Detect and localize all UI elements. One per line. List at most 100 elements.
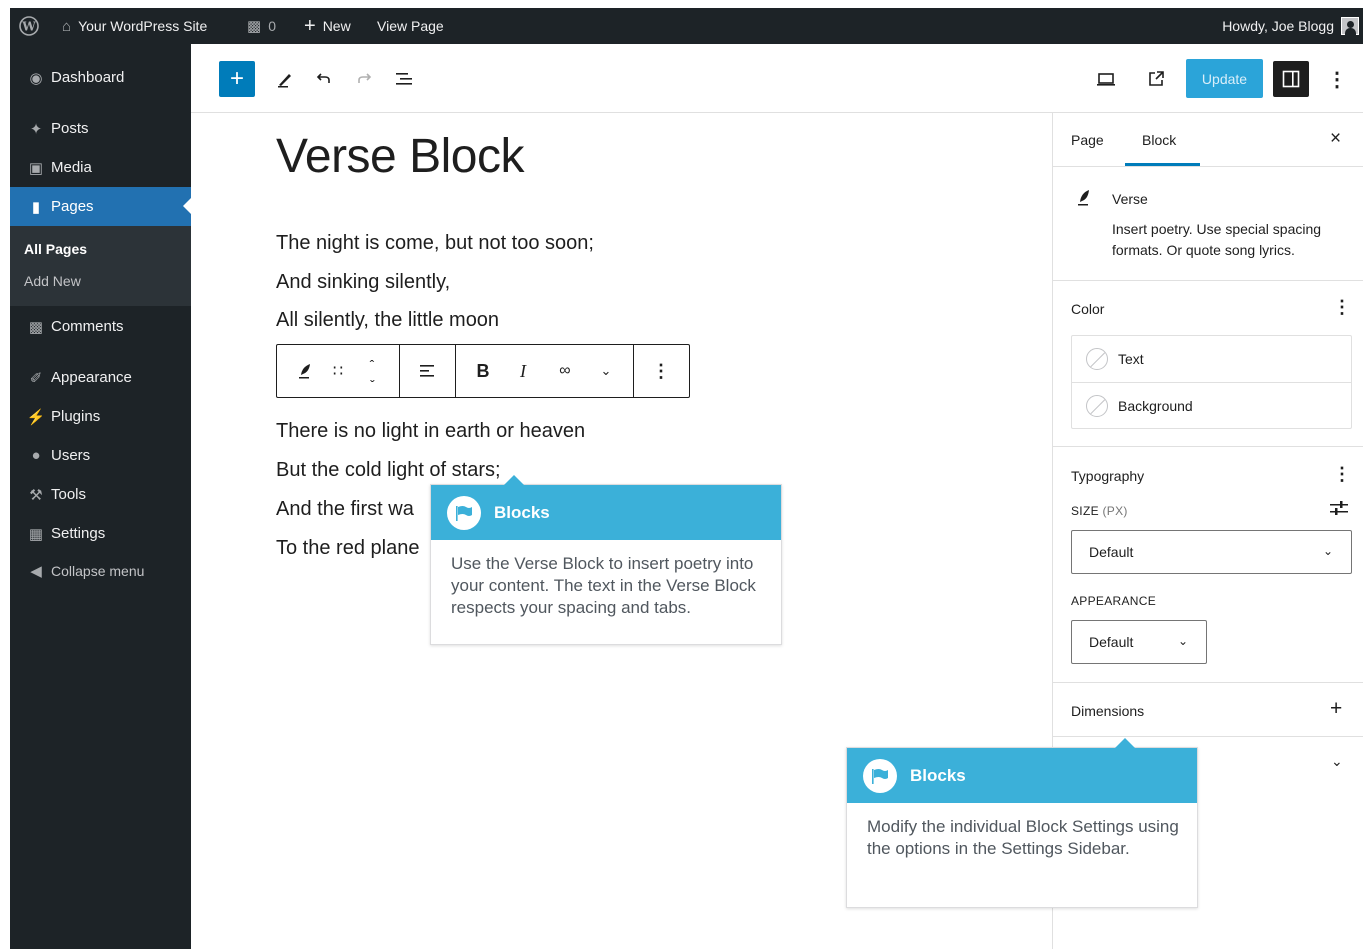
menu-label: Media: [51, 159, 92, 176]
block-options-icon[interactable]: ⋮: [643, 345, 679, 397]
drag-handle-icon[interactable]: ∷: [325, 345, 351, 397]
menu-label: Plugins: [51, 408, 101, 425]
verse-line[interactable]: And the first wa: [276, 498, 414, 521]
bold-icon[interactable]: B: [469, 345, 497, 397]
sidebar-icon: [1282, 70, 1300, 88]
collapse-icon: ◀: [30, 562, 42, 580]
menu-item-users[interactable]: ● Users: [10, 436, 191, 475]
verse-block-icon[interactable]: [287, 345, 323, 397]
more-formatting-chevron-icon[interactable]: ⌄: [591, 345, 621, 397]
tooltip-title: Blocks: [494, 502, 550, 522]
howdy-text: Howdy, Joe Blogg: [1222, 18, 1334, 34]
view-page-link[interactable]: View Page: [377, 8, 444, 44]
custom-size-sliders-icon[interactable]: [1329, 499, 1349, 522]
block-card-title: Verse: [1112, 191, 1148, 207]
block-card-description: Insert poetry. Use special spacing forma…: [1112, 221, 1322, 258]
my-account-link[interactable]: Howdy, Joe Blogg: [1222, 8, 1359, 44]
options-menu-icon[interactable]: ⋮: [1325, 61, 1349, 97]
preview-desktop-icon[interactable]: [1091, 61, 1121, 97]
submenu-add-new[interactable]: Add New: [24, 273, 81, 289]
admin-bar: W ⌂ Your WordPress Site ▩ 0 + New View P…: [10, 8, 1363, 44]
view-page-external-icon[interactable]: [1141, 61, 1171, 97]
menu-item-pages[interactable]: ▮ Pages: [10, 187, 191, 226]
new-content-link[interactable]: + New: [304, 8, 351, 44]
menu-item-comments[interactable]: ▩ Comments: [10, 307, 191, 346]
italic-icon[interactable]: I: [509, 345, 537, 397]
menu-item-tools[interactable]: ⚒ Tools: [10, 475, 191, 514]
verse-line[interactable]: There is no light in earth or heaven: [276, 420, 585, 443]
tooltip-body: Use the Verse Block to insert poetry int…: [451, 554, 756, 617]
typography-options-icon[interactable]: ⋮: [1333, 464, 1351, 485]
verse-line[interactable]: All silently, the little moon: [276, 309, 499, 332]
link-icon[interactable]: ∞: [549, 345, 581, 397]
close-icon[interactable]: ×: [1330, 128, 1341, 150]
update-button[interactable]: Update: [1186, 59, 1263, 98]
tour-tooltip-settings: Blocks Modify the individual Block Setti…: [846, 738, 1198, 908]
move-up-down-icon[interactable]: ˆˆ: [357, 345, 387, 397]
verse-line[interactable]: But the cold light of stars;: [276, 459, 501, 482]
menu-item-posts[interactable]: ✦ Posts: [10, 109, 191, 148]
wordpress-logo-icon[interactable]: W: [19, 8, 39, 44]
menu-item-settings[interactable]: ▦ Settings: [10, 514, 191, 553]
tab-block[interactable]: Block: [1142, 132, 1176, 148]
document-overview-icon[interactable]: [391, 61, 419, 97]
align-text-icon[interactable]: [407, 345, 447, 397]
size-label: SIZE (PX): [1071, 504, 1128, 518]
menu-label: Collapse menu: [51, 562, 145, 579]
new-label: New: [322, 18, 351, 34]
menu-label: Settings: [51, 525, 106, 542]
tools-pencil-icon[interactable]: [271, 61, 299, 97]
menu-item-plugins[interactable]: ⚡ Plugins: [10, 397, 191, 436]
comment-bubble-icon: ▩: [247, 18, 262, 35]
menu-item-appearance[interactable]: ✐ Appearance: [10, 358, 191, 397]
collapse-menu-button[interactable]: ◀ Collapse menu: [10, 551, 191, 590]
advanced-panel-chevron-icon[interactable]: ⌄: [1331, 753, 1343, 770]
block-inserter-button[interactable]: +: [219, 61, 255, 97]
menu-label: Tools: [51, 486, 87, 503]
font-size-select[interactable]: Default ⌄: [1071, 530, 1352, 574]
block-toolbar: ∷ ˆˆ B I ∞ ⌄ ⋮: [276, 344, 690, 398]
home-icon: ⌂: [62, 17, 72, 35]
empty-swatch-icon: [1086, 395, 1108, 417]
site-name-link[interactable]: ⌂ Your WordPress Site: [62, 8, 207, 44]
admin-menu: ◉ Dashboard ✦ Posts ▣ Media ▮ Pages All Page…: [10, 44, 191, 949]
divider: [1053, 446, 1363, 447]
media-icon: ▣: [28, 159, 44, 177]
background-color-item[interactable]: Background: [1072, 383, 1351, 429]
verse-line[interactable]: To the red plane: [276, 537, 419, 560]
page-title[interactable]: Verse Block: [276, 129, 524, 184]
menu-label: Users: [51, 447, 91, 464]
view-page-label: View Page: [377, 18, 444, 34]
paintbrush-icon: ✐: [29, 369, 43, 387]
appearance-value: Default: [1089, 634, 1134, 650]
tab-page[interactable]: Page: [1071, 132, 1104, 148]
undo-icon[interactable]: [309, 61, 337, 97]
typography-panel-heading: Typography: [1071, 468, 1145, 484]
size-unit: (PX): [1102, 504, 1128, 518]
tooltip-arrow: [504, 465, 524, 485]
menu-label: Appearance: [51, 369, 132, 386]
appearance-label: APPEARANCE: [1071, 594, 1157, 608]
menu-item-dashboard[interactable]: ◉ Dashboard: [10, 58, 191, 97]
text-color-item[interactable]: Text: [1072, 336, 1351, 382]
color-options-icon[interactable]: ⋮: [1333, 297, 1351, 318]
comments-link[interactable]: ▩ 0: [247, 8, 276, 44]
appearance-select[interactable]: Default ⌄: [1071, 620, 1207, 664]
background-color-label: Background: [1118, 398, 1193, 414]
add-dimensions-plus-icon[interactable]: +: [1330, 697, 1342, 721]
menu-item-media[interactable]: ▣ Media: [10, 148, 191, 187]
settings-sidebar-toggle[interactable]: [1273, 61, 1309, 97]
chevron-down-icon: ⌄: [1177, 634, 1188, 648]
color-settings-box: Text Background: [1071, 335, 1352, 429]
redo-icon[interactable]: [351, 61, 379, 97]
flag-icon: [863, 758, 897, 793]
submenu-all-pages[interactable]: All Pages: [24, 241, 87, 257]
pages-submenu: All Pages Add New: [10, 226, 191, 306]
verse-line[interactable]: And sinking silently,: [276, 271, 450, 294]
verse-line[interactable]: The night is come, but not too soon;: [276, 232, 594, 255]
svg-text:W: W: [21, 20, 36, 34]
pages-icon: ▮: [31, 198, 41, 216]
toolbar-divider: [399, 345, 400, 397]
dimensions-panel-heading: Dimensions: [1071, 703, 1145, 719]
text-color-label: Text: [1118, 351, 1144, 367]
